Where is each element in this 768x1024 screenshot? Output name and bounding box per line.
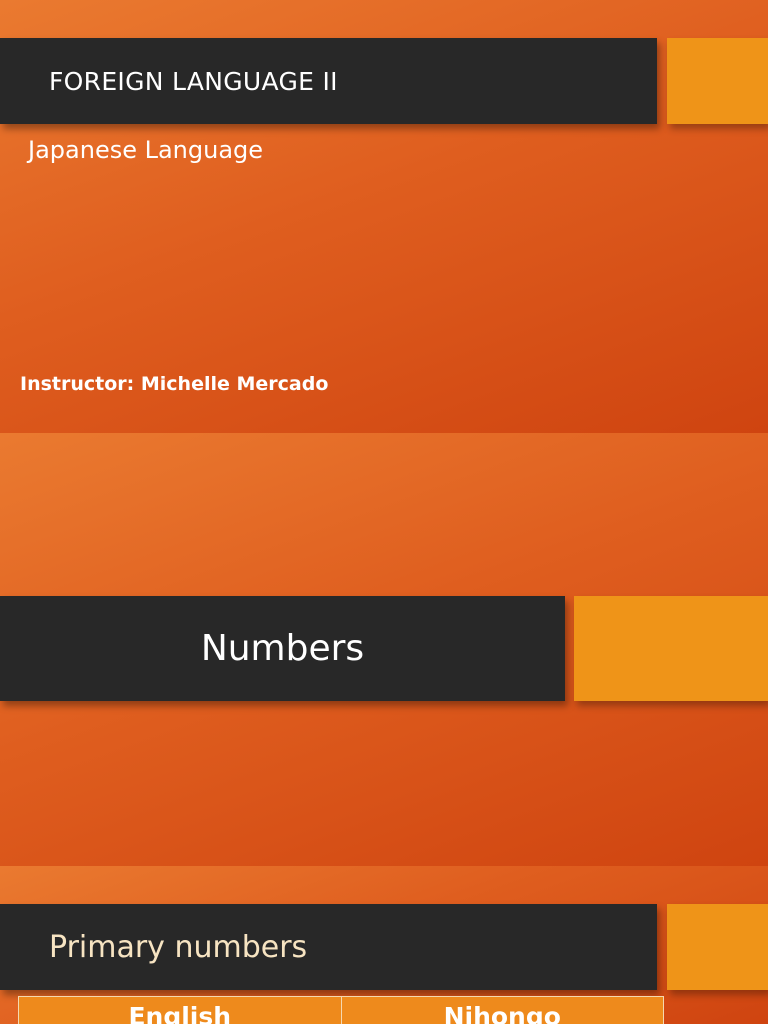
table-header-nihongo: Nihongo — [340, 997, 664, 1024]
accent-box — [667, 904, 768, 990]
table-header-english: English — [128, 1002, 232, 1024]
slide-2: Numbers — [0, 433, 768, 866]
slide-title: FOREIGN LANGUAGE II — [49, 66, 338, 96]
slide-title-bar: Primary numbers — [0, 904, 657, 990]
slide-1: FOREIGN LANGUAGE II Japanese Language In… — [0, 0, 768, 433]
accent-box — [574, 596, 768, 701]
slide-subtitle: Japanese Language — [28, 136, 264, 164]
slide-title: Numbers — [200, 628, 365, 669]
accent-box — [667, 38, 768, 124]
instructor-label: Instructor: Michelle Mercado — [20, 373, 329, 395]
slide-title-bar: FOREIGN LANGUAGE II — [0, 38, 657, 124]
numbers-table-header: English Nihongo — [18, 996, 664, 1024]
slide-3: Primary numbers English Nihongo — [0, 866, 768, 1024]
slide-title: Primary numbers — [49, 929, 308, 965]
slide-title-bar: Numbers — [0, 596, 565, 701]
